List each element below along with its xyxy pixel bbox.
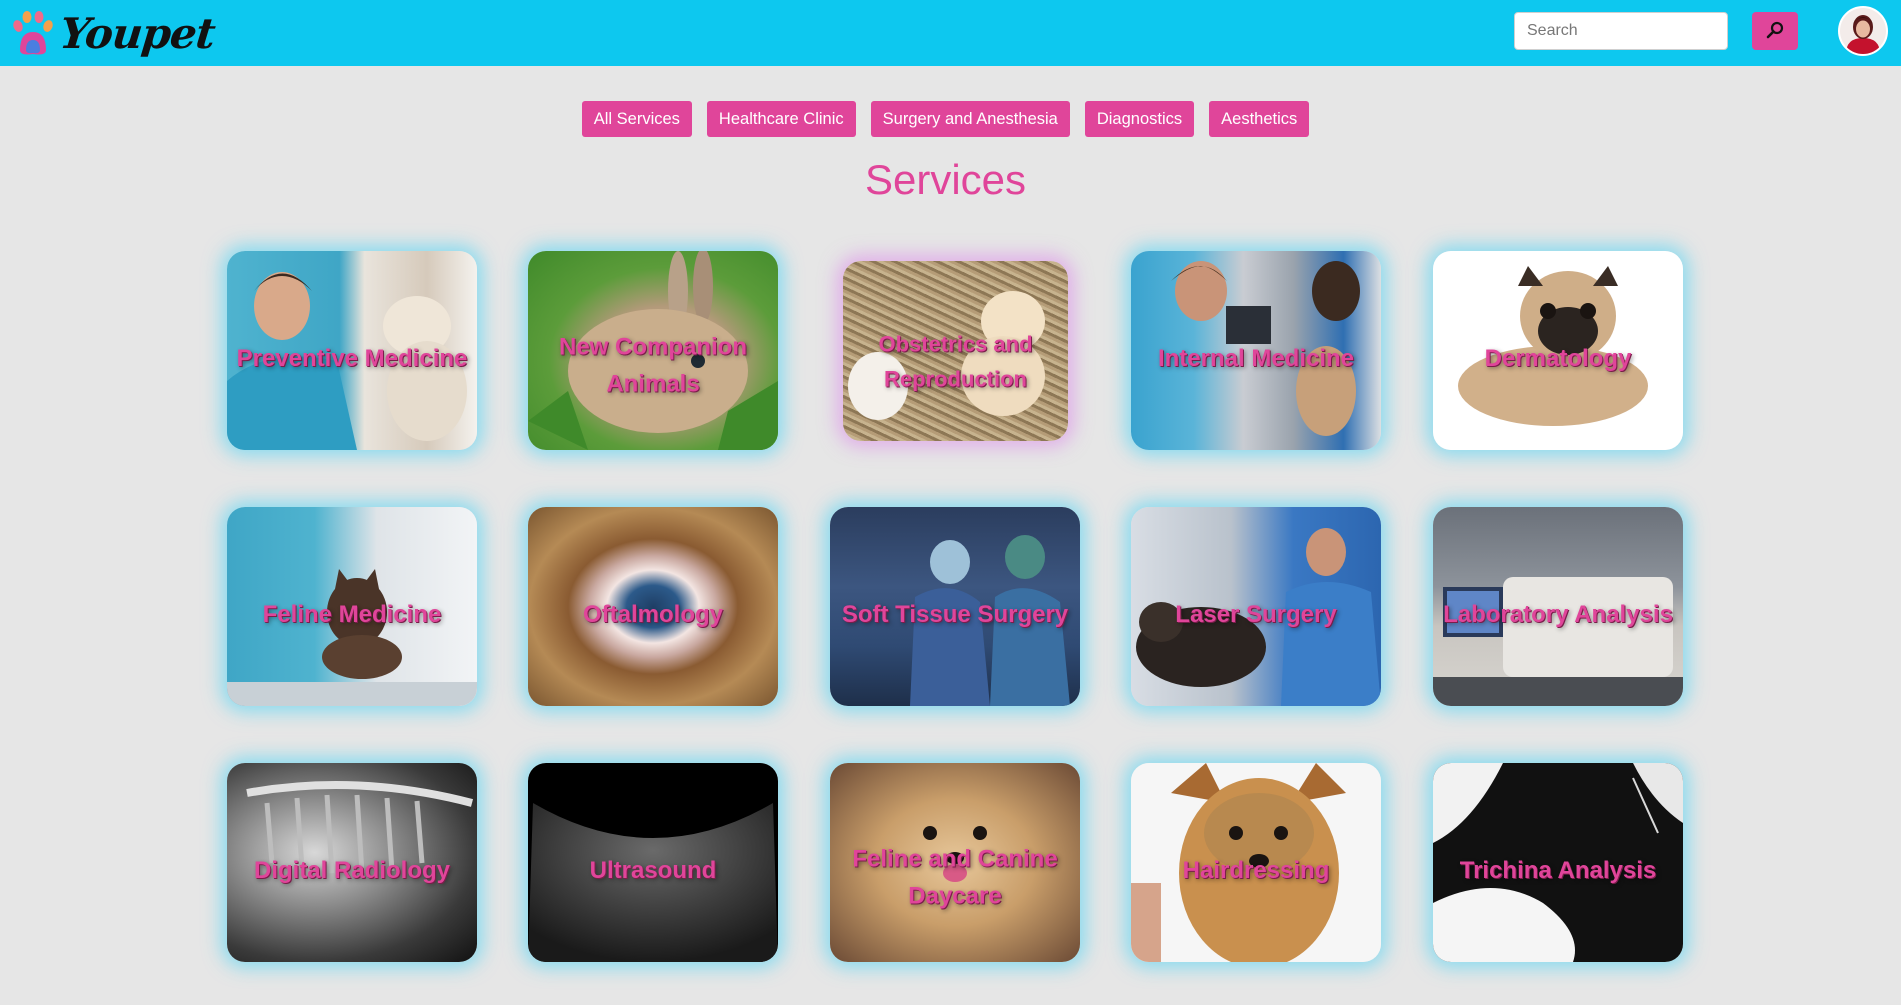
- service-card-dermatology[interactable]: Dermatology: [1433, 251, 1683, 450]
- brand-logo[interactable]: Youpet: [12, 6, 217, 60]
- service-card-soft-tissue-surgery[interactable]: Soft Tissue Surgery: [830, 507, 1080, 706]
- service-card-trichina-analysis[interactable]: Trichina Analysis: [1433, 763, 1683, 962]
- service-title: Feline and Canine Daycare: [852, 845, 1058, 910]
- filter-diagnostics[interactable]: Diagnostics: [1084, 101, 1195, 137]
- service-card-hairdressing[interactable]: Hairdressing: [1131, 763, 1381, 962]
- service-card-preventive-medicine[interactable]: Preventive Medicine: [227, 251, 477, 450]
- filter-aesthetics[interactable]: Aesthetics: [1209, 101, 1310, 137]
- paw-icon: [12, 10, 54, 56]
- service-card-laser-surgery[interactable]: Laser Surgery: [1131, 507, 1381, 706]
- service-title: Internal Medicine: [1157, 344, 1355, 372]
- service-card-new-companion-animals[interactable]: New Companion Animals: [528, 251, 778, 450]
- service-card-laboratory-analysis[interactable]: Laboratory Analysis: [1433, 507, 1683, 706]
- search-icon: [1765, 20, 1785, 43]
- service-filter-bar: All Services Healthcare Clinic Surgery a…: [0, 101, 1901, 137]
- filter-all-services[interactable]: All Services: [581, 101, 692, 137]
- service-title: Trichina Analysis: [1459, 856, 1657, 884]
- search-button[interactable]: [1752, 12, 1798, 50]
- service-card-daycare[interactable]: Feline and Canine Daycare: [830, 763, 1080, 962]
- service-title: Preventive Medicine: [236, 344, 468, 372]
- service-title: Soft Tissue Surgery: [841, 600, 1069, 628]
- user-avatar[interactable]: [1838, 6, 1888, 56]
- brand-name: Youpet: [57, 8, 217, 58]
- service-card-internal-medicine[interactable]: Internal Medicine: [1131, 251, 1381, 450]
- search-input[interactable]: [1514, 12, 1728, 50]
- service-card-oftalmology[interactable]: Oftalmology: [528, 507, 778, 706]
- filter-healthcare-clinic[interactable]: Healthcare Clinic: [706, 101, 856, 137]
- service-title: Hairdressing: [1182, 856, 1330, 884]
- page-title: Services: [864, 156, 1027, 203]
- service-title: Ultrasound: [589, 856, 717, 884]
- service-card-ultrasound[interactable]: Ultrasound: [528, 763, 778, 962]
- services-grid: Preventive Medicine New Companion Animal…: [0, 0, 1901, 1005]
- top-navbar: Youpet: [0, 0, 1901, 66]
- service-card-obstetrics-reproduction[interactable]: Obstetrics and Reproduction: [843, 261, 1068, 441]
- service-card-digital-radiology[interactable]: Digital Radiology: [227, 763, 477, 962]
- service-title: New Companion Animals: [558, 333, 747, 398]
- service-title: Laboratory Analysis: [1443, 600, 1673, 628]
- service-title: Digital Radiology: [253, 856, 450, 884]
- service-card-feline-medicine[interactable]: Feline Medicine: [227, 507, 477, 706]
- filter-surgery-anesthesia[interactable]: Surgery and Anesthesia: [870, 101, 1070, 137]
- service-title: Dermatology: [1484, 344, 1632, 372]
- service-title: Oftalmology: [582, 600, 723, 628]
- service-title: Obstetrics and Reproduction: [878, 331, 1033, 392]
- service-title: Feline Medicine: [262, 600, 442, 628]
- service-title: Laser Surgery: [1175, 600, 1337, 628]
